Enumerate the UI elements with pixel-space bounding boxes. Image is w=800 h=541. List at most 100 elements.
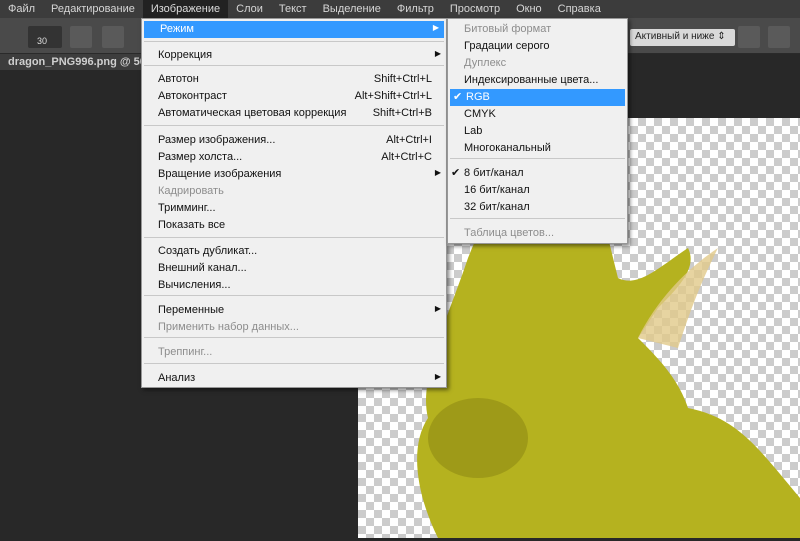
menu-item[interactable]: Создать дубликат... <box>142 243 446 260</box>
menu-item-label: Размер холста... <box>158 151 243 163</box>
menu-item-label: Автоматическая цветовая коррекция <box>158 107 347 119</box>
menu-item-label: Индексированные цвета... <box>464 74 599 86</box>
menu-item[interactable]: Градации серого <box>448 38 627 55</box>
menu-item-label: Коррекция <box>158 49 213 61</box>
menu-item-label: 8 бит/канал <box>464 167 524 179</box>
menu-item-label: Режим <box>160 23 194 35</box>
document-tab[interactable]: dragon_PNG996.png @ 50% <box>0 54 150 70</box>
menu-item[interactable]: Анализ ▶ <box>142 370 446 387</box>
menu-item-label: Треппинг... <box>158 346 213 358</box>
menu-item[interactable]: Битовый формат <box>448 21 627 38</box>
separator <box>144 237 444 238</box>
separator <box>144 363 444 364</box>
menu-item[interactable]: Коррекция ▶ <box>142 47 446 64</box>
menu-item[interactable]: Автотон Shift+Ctrl+L <box>142 71 446 88</box>
menu-item-label: Таблица цветов... <box>464 227 555 239</box>
stamp-icon[interactable] <box>102 26 124 48</box>
menu-item-label: Переменные <box>158 304 225 316</box>
menu-item[interactable]: Кадрировать <box>142 183 446 200</box>
menu-item[interactable]: 32 бит/канал <box>448 199 627 216</box>
menu-item[interactable]: Тримминг... <box>142 200 446 217</box>
brush-size: 30 <box>37 36 48 46</box>
submenu-arrow-icon: ▶ <box>434 304 441 313</box>
menu-item[interactable]: Треппинг... <box>142 344 446 361</box>
shortcut: Shift+Ctrl+L <box>373 73 432 85</box>
brush-preset-picker[interactable]: 30 <box>28 26 62 48</box>
menu-item[interactable]: Размер холста... Alt+Ctrl+C <box>142 149 446 166</box>
menu-item-label: Вращение изображения <box>158 168 282 180</box>
menu-9[interactable]: Справка <box>550 0 609 18</box>
menu-item[interactable]: Lab <box>448 123 627 140</box>
menu-item-label: Lab <box>464 125 483 137</box>
menu-item-label: 32 бит/канал <box>464 201 530 213</box>
menu-item-label: Автотон <box>158 73 199 85</box>
menu-item[interactable]: Автоконтраст Alt+Shift+Ctrl+L <box>142 88 446 105</box>
menu-item-label: Многоканальный <box>464 142 551 154</box>
separator <box>144 65 444 66</box>
submenu-arrow-icon: ▶ <box>432 23 439 32</box>
menu-7[interactable]: Просмотр <box>442 0 508 18</box>
mode-submenu: Битовый формат Градации серого Дуплекс Инде… <box>447 18 628 244</box>
menu-item[interactable]: Вращение изображения ▶ <box>142 166 446 183</box>
menu-item-label: Тримминг... <box>158 202 216 214</box>
menu-item-label: 16 бит/канал <box>464 184 530 196</box>
menu-item[interactable]: Таблица цветов... <box>448 225 627 242</box>
menu-item[interactable]: ✔ 8 бит/канал <box>448 165 627 182</box>
shortcut: Alt+Shift+Ctrl+L <box>354 90 432 102</box>
menu-item[interactable]: 16 бит/канал <box>448 182 627 199</box>
menu-item[interactable]: Показать все <box>142 217 446 234</box>
menu-4[interactable]: Текст <box>271 0 315 18</box>
separator <box>144 295 444 296</box>
menu-item-label: CMYK <box>464 108 496 120</box>
menu-item[interactable]: Вычисления... <box>142 277 446 294</box>
menu-item-label: Битовый формат <box>464 23 552 35</box>
shortcut: Alt+Ctrl+I <box>386 134 432 146</box>
menu-item[interactable]: Индексированные цвета... <box>448 72 627 89</box>
menu-item-label: Применить набор данных... <box>158 321 299 333</box>
menu-0[interactable]: Файл <box>0 0 43 18</box>
menu-item[interactable]: ✔ RGB <box>450 89 625 106</box>
menu-item-label: Показать все <box>158 219 226 231</box>
menu-item-label: RGB <box>466 91 490 103</box>
menu-3[interactable]: Слои <box>228 0 271 18</box>
shortcut: Alt+Ctrl+C <box>381 151 432 163</box>
menu-item[interactable]: Дуплекс <box>448 55 627 72</box>
menu-item[interactable]: Режим ▶ <box>144 21 444 38</box>
separator <box>144 125 444 126</box>
submenu-arrow-icon: ▶ <box>434 49 441 58</box>
menu-item-label: Анализ <box>158 372 196 384</box>
separator <box>450 218 625 219</box>
check-icon: ✔ <box>451 167 461 179</box>
menu-item[interactable]: CMYK <box>448 106 627 123</box>
menu-item[interactable]: Переменные ▶ <box>142 302 446 319</box>
submenu-arrow-icon: ▶ <box>434 372 441 381</box>
menu-item-label: Автоконтраст <box>158 90 227 102</box>
pressure-icon[interactable] <box>768 26 790 48</box>
menu-6[interactable]: Фильтр <box>389 0 442 18</box>
menu-item-label: Градации серого <box>464 40 550 52</box>
menu-item-label: Создать дубликат... <box>158 245 258 257</box>
separator <box>144 337 444 338</box>
menu-item-label: Внешний канал... <box>158 262 247 274</box>
brush-panel-icon[interactable] <box>70 26 92 48</box>
menu-item-label: Размер изображения... <box>158 134 276 146</box>
menu-item-label: Кадрировать <box>158 185 224 197</box>
menu-5[interactable]: Выделение <box>315 0 389 18</box>
submenu-arrow-icon: ▶ <box>434 168 441 177</box>
menu-2[interactable]: Изображение <box>142 0 229 18</box>
menu-item[interactable]: Размер изображения... Alt+Ctrl+I <box>142 132 446 149</box>
menu-item-label: Дуплекс <box>464 57 507 69</box>
sample-select[interactable]: Активный и ниже ⇕ <box>630 29 735 46</box>
separator <box>144 41 444 42</box>
menu-item[interactable]: Применить набор данных... <box>142 319 446 336</box>
menu-item[interactable]: Многоканальный <box>448 140 627 157</box>
menu-item[interactable]: Автоматическая цветовая коррекция Shift+C… <box>142 105 446 122</box>
shortcut: Shift+Ctrl+B <box>372 107 432 119</box>
menu-item[interactable]: Внешний канал... <box>142 260 446 277</box>
menu-1[interactable]: Редактирование <box>43 0 143 18</box>
menu-8[interactable]: Окно <box>508 0 550 18</box>
menu-item-label: Вычисления... <box>158 279 231 291</box>
separator <box>450 158 625 159</box>
ignore-adjustment-icon[interactable] <box>738 26 760 48</box>
image-menu: Режим ▶ Коррекция ▶ Автотон Shift+Ctrl+L Авток… <box>141 18 447 388</box>
